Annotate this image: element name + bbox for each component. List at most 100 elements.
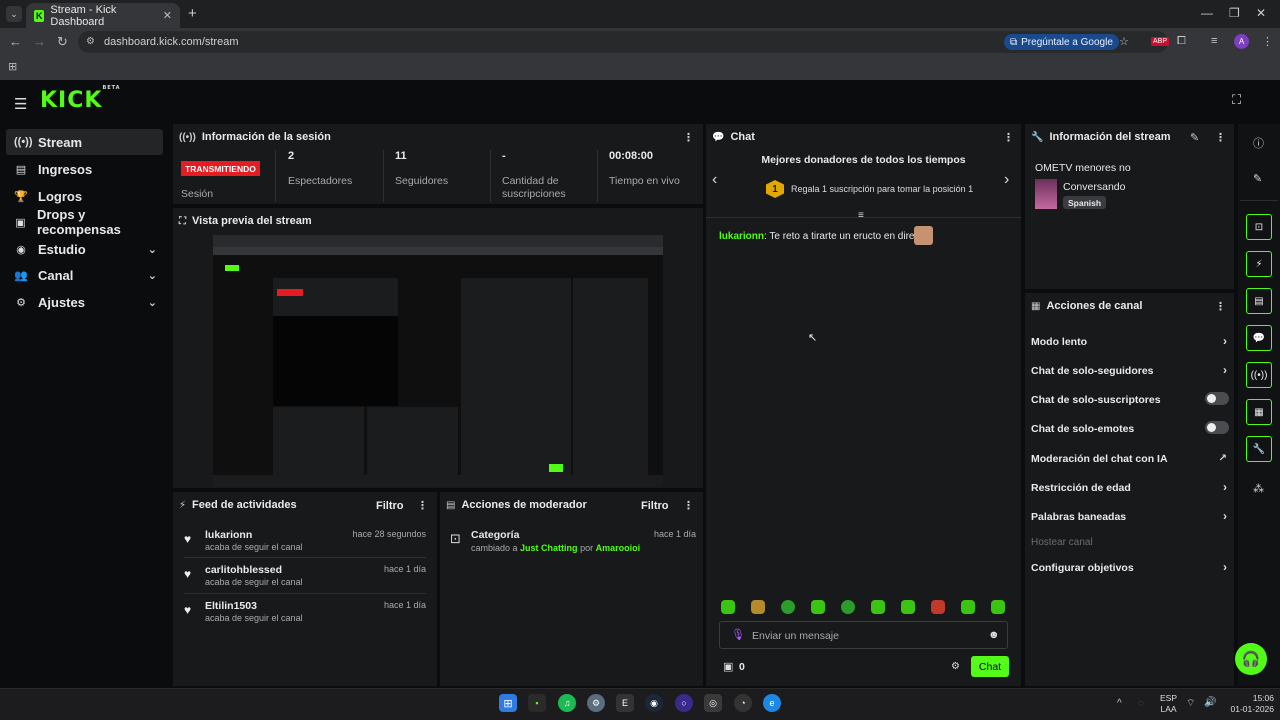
chrome-icon[interactable]: ◎ [704,694,722,712]
bookmark-star-icon[interactable]: ☆ [1119,35,1129,48]
channel-actions-toggle-icon[interactable]: ▦ [1246,399,1272,425]
emote-9[interactable] [961,600,975,614]
close-window-icon[interactable]: ✕ [1256,6,1266,20]
language-indicator[interactable]: ESP LAA [1160,693,1177,715]
restore-icon[interactable]: ❐ [1229,6,1240,20]
mod-action-title: Categoría [471,529,520,541]
age-restriction-item[interactable]: Restricción de edad › [1031,480,1229,494]
epic-games-icon[interactable]: E [616,694,634,712]
slow-mode-item[interactable]: Modo lento › [1031,334,1229,348]
chat-settings-icon[interactable]: ⚙ [951,661,960,672]
browser-tab[interactable]: K Stream - Kick Dashboard ✕ [26,3,180,28]
forward-icon[interactable]: → [33,34,46,49]
followers-only-item[interactable]: Chat de solo-seguidores › [1031,363,1229,377]
spotify-icon[interactable]: ♫ [558,694,576,712]
sidebar-item-logros[interactable]: 🏆 Logros [6,183,163,209]
microphone-icon[interactable]: 🎙 [731,628,745,641]
user-link[interactable]: Amarooioi [596,543,641,553]
activity-feed-toggle-icon[interactable]: ⚡ [1246,251,1272,277]
ask-google-button[interactable]: ⧉ Pregúntale a Google [1004,34,1119,50]
category-link[interactable]: Just Chatting [520,543,578,553]
menu-icon[interactable]: ☰ [14,95,27,113]
emoji-icon[interactable]: ☻ [988,629,1000,641]
goals-item[interactable]: Configurar objetivos › [1031,560,1229,574]
kebab-menu-icon[interactable]: ⋮ [1215,300,1226,313]
preview-toggle-icon[interactable]: ⊡ [1246,214,1272,240]
emote-1[interactable] [721,600,735,614]
start-icon[interactable]: ⊞ [499,694,517,712]
broadcast-icon: ((•)) [14,136,33,148]
kick-logo[interactable]: KICKBETA [40,85,121,113]
chevron-right-icon[interactable]: › [1004,171,1009,189]
adblock-icon[interactable]: ABP [1151,37,1170,46]
stream-category[interactable]: Conversando [1063,181,1125,193]
sidebar-item-ingresos[interactable]: ▤ Ingresos [6,156,163,182]
minimize-icon[interactable]: — [1201,6,1213,20]
chat-toggle-icon[interactable]: 💬 [1246,325,1272,351]
emote-7[interactable] [901,600,915,614]
sidebar-item-ajustes[interactable]: ⚙ Ajustes ⌄ [6,289,163,315]
back-icon[interactable]: ← [9,34,22,49]
tab-search-button[interactable]: ⌄ [6,6,22,22]
kebab-menu-icon[interactable]: ⋮ [683,131,694,144]
kebab-menu-icon[interactable]: ⋮ [417,499,428,512]
reading-list-icon[interactable]: ≡ [1211,35,1217,47]
emotes-only-toggle[interactable] [1205,421,1229,434]
chat-send-button[interactable]: Chat [971,656,1009,677]
sidebar-item-canal[interactable]: 👥 Canal ⌄ [6,262,163,288]
reload-icon[interactable]: ↻ [57,34,68,50]
emote-10[interactable] [991,600,1005,614]
info-icon[interactable]: ⓘ [1253,135,1264,151]
sidebar-item-stream[interactable]: ((•)) Stream [6,129,163,155]
kebab-menu-icon[interactable]: ⋮ [1215,131,1226,144]
edit-icon[interactable]: ✎ [1190,131,1199,144]
session-toggle-icon[interactable]: ((•)) [1246,362,1272,388]
edge-icon[interactable]: e [763,694,781,712]
trophy-icon: 🏆 [14,190,28,203]
filter-button[interactable]: Filtro [641,500,669,512]
extensions-icon[interactable]: ⧠ [1177,35,1186,48]
close-tab-icon[interactable]: ✕ [163,9,172,22]
sidebar-item-estudio[interactable]: ◉ Estudio ⌄ [6,236,163,262]
emote-4[interactable] [811,600,825,614]
panel-title: Feed de actividades [192,499,297,511]
chat-username[interactable]: lukarionn [719,231,764,242]
volume-icon[interactable]: 🔊 [1204,697,1216,708]
app-circle-icon[interactable]: ○ [675,694,693,712]
stream-info-toggle-icon[interactable]: 🔧 [1246,436,1272,462]
ai-moderation-item[interactable]: Moderación del chat con IA ↗ [1031,453,1229,465]
chevron-left-icon[interactable]: ‹ [712,171,717,189]
stream-preview-video[interactable] [213,235,663,487]
emote-8[interactable] [931,600,945,614]
sidebar-item-drops[interactable]: ▣ Drops y recompensas [6,207,163,237]
kebab-menu-icon[interactable]: ⋮ [1003,131,1014,144]
edit-icon[interactable]: ✎ [1253,172,1262,185]
emote-5[interactable] [841,600,855,614]
apps-grid-icon[interactable]: ⊞ [8,60,17,73]
settings-app-icon[interactable]: ⚙ [587,694,605,712]
kick-app-icon[interactable]: ▪ [528,694,546,712]
channel-points-icon[interactable]: ▣ [723,660,733,673]
profile-avatar[interactable]: A [1234,34,1249,49]
chevron-down-icon: ⌄ [147,243,157,256]
tray-overflow-icon[interactable]: ^ [1117,698,1122,709]
collapse-icon[interactable]: ≡ [858,210,864,221]
app-icon[interactable]: ◔ [734,694,752,712]
clock[interactable]: 15:06 01-01-2026 [1224,693,1274,715]
site-info-icon[interactable]: ⚙ [86,36,95,47]
filter-button[interactable]: Filtro [376,500,404,512]
emote-6[interactable] [871,600,885,614]
emote-3[interactable] [781,600,795,614]
moderator-toggle-icon[interactable]: ▤ [1246,288,1272,314]
browser-menu-icon[interactable]: ⋮ [1262,35,1273,48]
user-menu-icon[interactable]: ⛶ [1232,92,1241,108]
subscribers-only-toggle[interactable] [1205,392,1229,405]
emote-2[interactable] [751,600,765,614]
kebab-menu-icon[interactable]: ⋮ [683,499,694,512]
wifi-icon[interactable]: ⌔ [1186,697,1195,710]
new-tab-button[interactable]: + [188,5,197,22]
steam-icon[interactable]: ◉ [645,694,663,712]
add-widget-icon[interactable]: ⁂ [1253,482,1264,495]
support-headset-button[interactable]: 🎧 [1235,643,1267,675]
banned-words-item[interactable]: Palabras baneadas › [1031,509,1229,523]
